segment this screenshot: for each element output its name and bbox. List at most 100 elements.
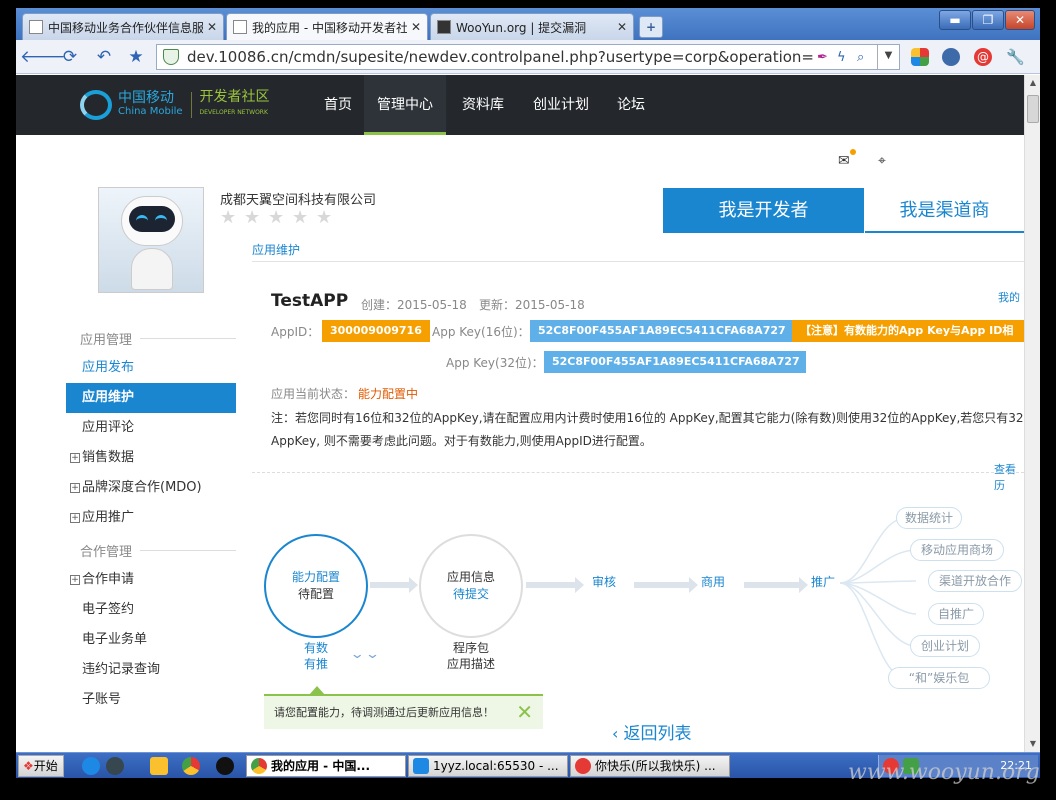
note-line: 注：若您同时有16位和32位的AppKey,请在配置应用内计费时使用16位的 A… [271,411,1024,425]
step1-tags[interactable]: 有数 有推 [296,640,336,672]
sidebar-item-e-order[interactable]: 电子业务单 [66,625,236,655]
sidebar-item-app-publish[interactable]: 应用发布 [66,353,236,383]
nav-startup-plan[interactable]: 创业计划 [530,75,592,135]
sidebar-item-violation-query[interactable]: 违约记录查询 [66,655,236,685]
step-app-info[interactable]: 应用信息 待提交 [419,534,523,638]
screenshot-icon[interactable]: ⌖ [878,153,886,169]
expand-icon[interactable]: + [70,482,80,493]
tab-developer[interactable]: 我是开发者 [663,188,864,233]
appkey16-value: 52C8F00F455AF1A89EC5411CFA68A727 [530,320,792,342]
minimize-button[interactable]: ▬ [939,10,971,30]
mail-icon[interactable]: @ [974,48,992,66]
apps-icon[interactable] [911,48,929,66]
scroll-down-icon[interactable]: ▼ [1025,736,1040,752]
lightning-icon[interactable]: ϟ [837,50,851,65]
nav-library[interactable]: 资料库 [460,75,506,135]
task-remote[interactable]: 1yyz.local:65530 - ... [408,755,568,777]
sidebar-item-app-promotion[interactable]: + 应用推广 [66,503,236,533]
developer-community-text: 开发者社区 [199,89,270,105]
step2-tags: 程序包 应用描述 [436,640,506,672]
qq-icon[interactable] [216,757,234,775]
task-browser[interactable]: 我的应用 - 中国... [246,755,406,777]
url-text[interactable]: dev.10086.cn/cmdn/supesite/newdev.contro… [187,48,814,66]
address-bar[interactable]: dev.10086.cn/cmdn/supesite/newdev.contro… [156,44,900,70]
globe-icon[interactable] [942,48,960,66]
tab-title: 我的应用 - 中国移动开发者社 [252,20,407,35]
sidebar-item-app-maintenance[interactable]: 应用维护 [66,383,236,413]
close-icon[interactable]: ✕ [207,20,217,34]
chevron-down-icon[interactable]: ⌄⌄ [350,647,381,662]
sidebar-item-app-comments[interactable]: 应用评论 [66,413,236,443]
flow-arrow [526,577,584,593]
sidebar-item-mdo[interactable]: + 品牌深度合作(MDO) [66,473,236,503]
chevron-down-icon[interactable]: ▼ [877,45,899,69]
back-icon[interactable]: 🡐 [20,43,66,71]
my-app-link[interactable]: 我的 [998,289,1020,305]
site-logo[interactable]: 中国移动 China Mobile 开发者社区 DEVELOPER NETWORK [80,88,280,122]
steam-icon[interactable] [106,757,124,775]
search-icon[interactable]: ⌕ [857,50,871,65]
config-hint: 请您配置能力，待调测通过后更新应用信息！ ✕ [264,686,543,729]
chrome-icon[interactable] [182,757,200,775]
undo-icon[interactable]: ↶ [90,43,118,71]
sidebar-item-e-sign[interactable]: 电子签约 [66,595,236,625]
task-music[interactable]: 你快乐(所以我快乐) ... [570,755,730,777]
back-to-list-link[interactable]: ‹ 返回列表 [612,719,691,744]
appkey-note: 注：若您同时有16位和32位的AppKey,请在配置应用内计费时使用16位的 A… [271,407,1024,453]
vertical-scrollbar[interactable]: ▲ ▼ [1024,75,1040,752]
tab-channel[interactable]: 我是渠道商 [865,188,1024,233]
nav-forum[interactable]: 论坛 [614,75,648,135]
start-button[interactable]: ❖开始 [18,755,64,777]
close-icon[interactable]: ✕ [516,696,533,729]
sidebar-item-sub-account[interactable]: 子账号 [66,685,236,715]
tab-my-apps[interactable]: 我的应用 - 中国移动开发者社 ✕ [226,13,428,40]
tab-partner-info[interactable]: 中国移动业务合作伙伴信息服 ✕ [22,13,224,40]
sidebar-item-cooperation-apply[interactable]: + 合作申请 [66,565,236,595]
ie-icon[interactable] [82,757,100,775]
branch-data-stats[interactable]: 数据统计 [896,507,962,529]
expand-icon[interactable]: + [70,452,80,463]
tag-youtui[interactable]: 有推 [296,656,336,672]
feather-icon[interactable]: ✒ [817,50,831,65]
tab-wooyun[interactable]: WooYun.org | 提交漏洞 ✕ [430,13,634,40]
branch-startup-plan[interactable]: 创业计划 [910,635,980,657]
tag-package: 程序包 [452,641,489,655]
nav-management-center[interactable]: 管理中心 [364,75,446,135]
scroll-up-icon[interactable]: ▲ [1025,75,1040,91]
new-tab-button[interactable]: + [639,16,663,38]
refresh-icon[interactable]: ⟳ [56,43,84,71]
sidebar-group-app-management: 应用管理 [66,329,236,348]
tag-youshu[interactable]: 有数 [296,640,336,656]
view-history-link[interactable]: 查看历 [994,461,1024,493]
created-date: 创建：2015-05-18 [361,298,467,312]
maximize-button[interactable]: ❐ [972,10,1004,30]
chevron-left-icon: ‹ [612,724,624,743]
logo-divider [190,92,192,118]
breadcrumb[interactable]: 应用维护 [252,241,300,258]
sidebar-item-sales-data[interactable]: + 销售数据 [66,443,236,473]
task-label: 你快乐(所以我快乐) ... [595,759,716,773]
expand-icon[interactable]: + [70,574,80,585]
folder-icon[interactable] [150,757,168,775]
scroll-thumb[interactable] [1027,95,1039,123]
avatar [98,187,204,293]
rating-star-icon: ★ [292,207,309,228]
branch-he-entertainment[interactable]: “和”娱乐包 [888,667,990,689]
branch-channel-coop[interactable]: 渠道开放合作 [928,570,1022,592]
step-capability-config[interactable]: 能力配置 待配置 [264,534,368,638]
branch-app-store[interactable]: 移动应用商场 [910,539,1004,561]
close-icon[interactable]: ✕ [617,20,627,34]
dashed-divider [252,472,1024,473]
stage-commercial: 商用 [701,575,726,589]
star-icon[interactable]: ★ [122,43,150,71]
message-icon[interactable]: ✉ [838,149,856,169]
appkey32-value: 52C8F00F455AF1A89EC5411CFA68A727 [544,351,806,373]
stage-review: 审核 [592,575,617,589]
flow-arrow [744,577,808,593]
window-close-button[interactable]: ✕ [1005,10,1035,30]
nav-home[interactable]: 首页 [320,75,356,135]
expand-icon[interactable]: + [70,512,80,523]
branch-self-promo[interactable]: 自推广 [928,603,984,625]
close-icon[interactable]: ✕ [411,20,421,34]
wrench-icon[interactable]: 🔧 [1006,48,1025,66]
